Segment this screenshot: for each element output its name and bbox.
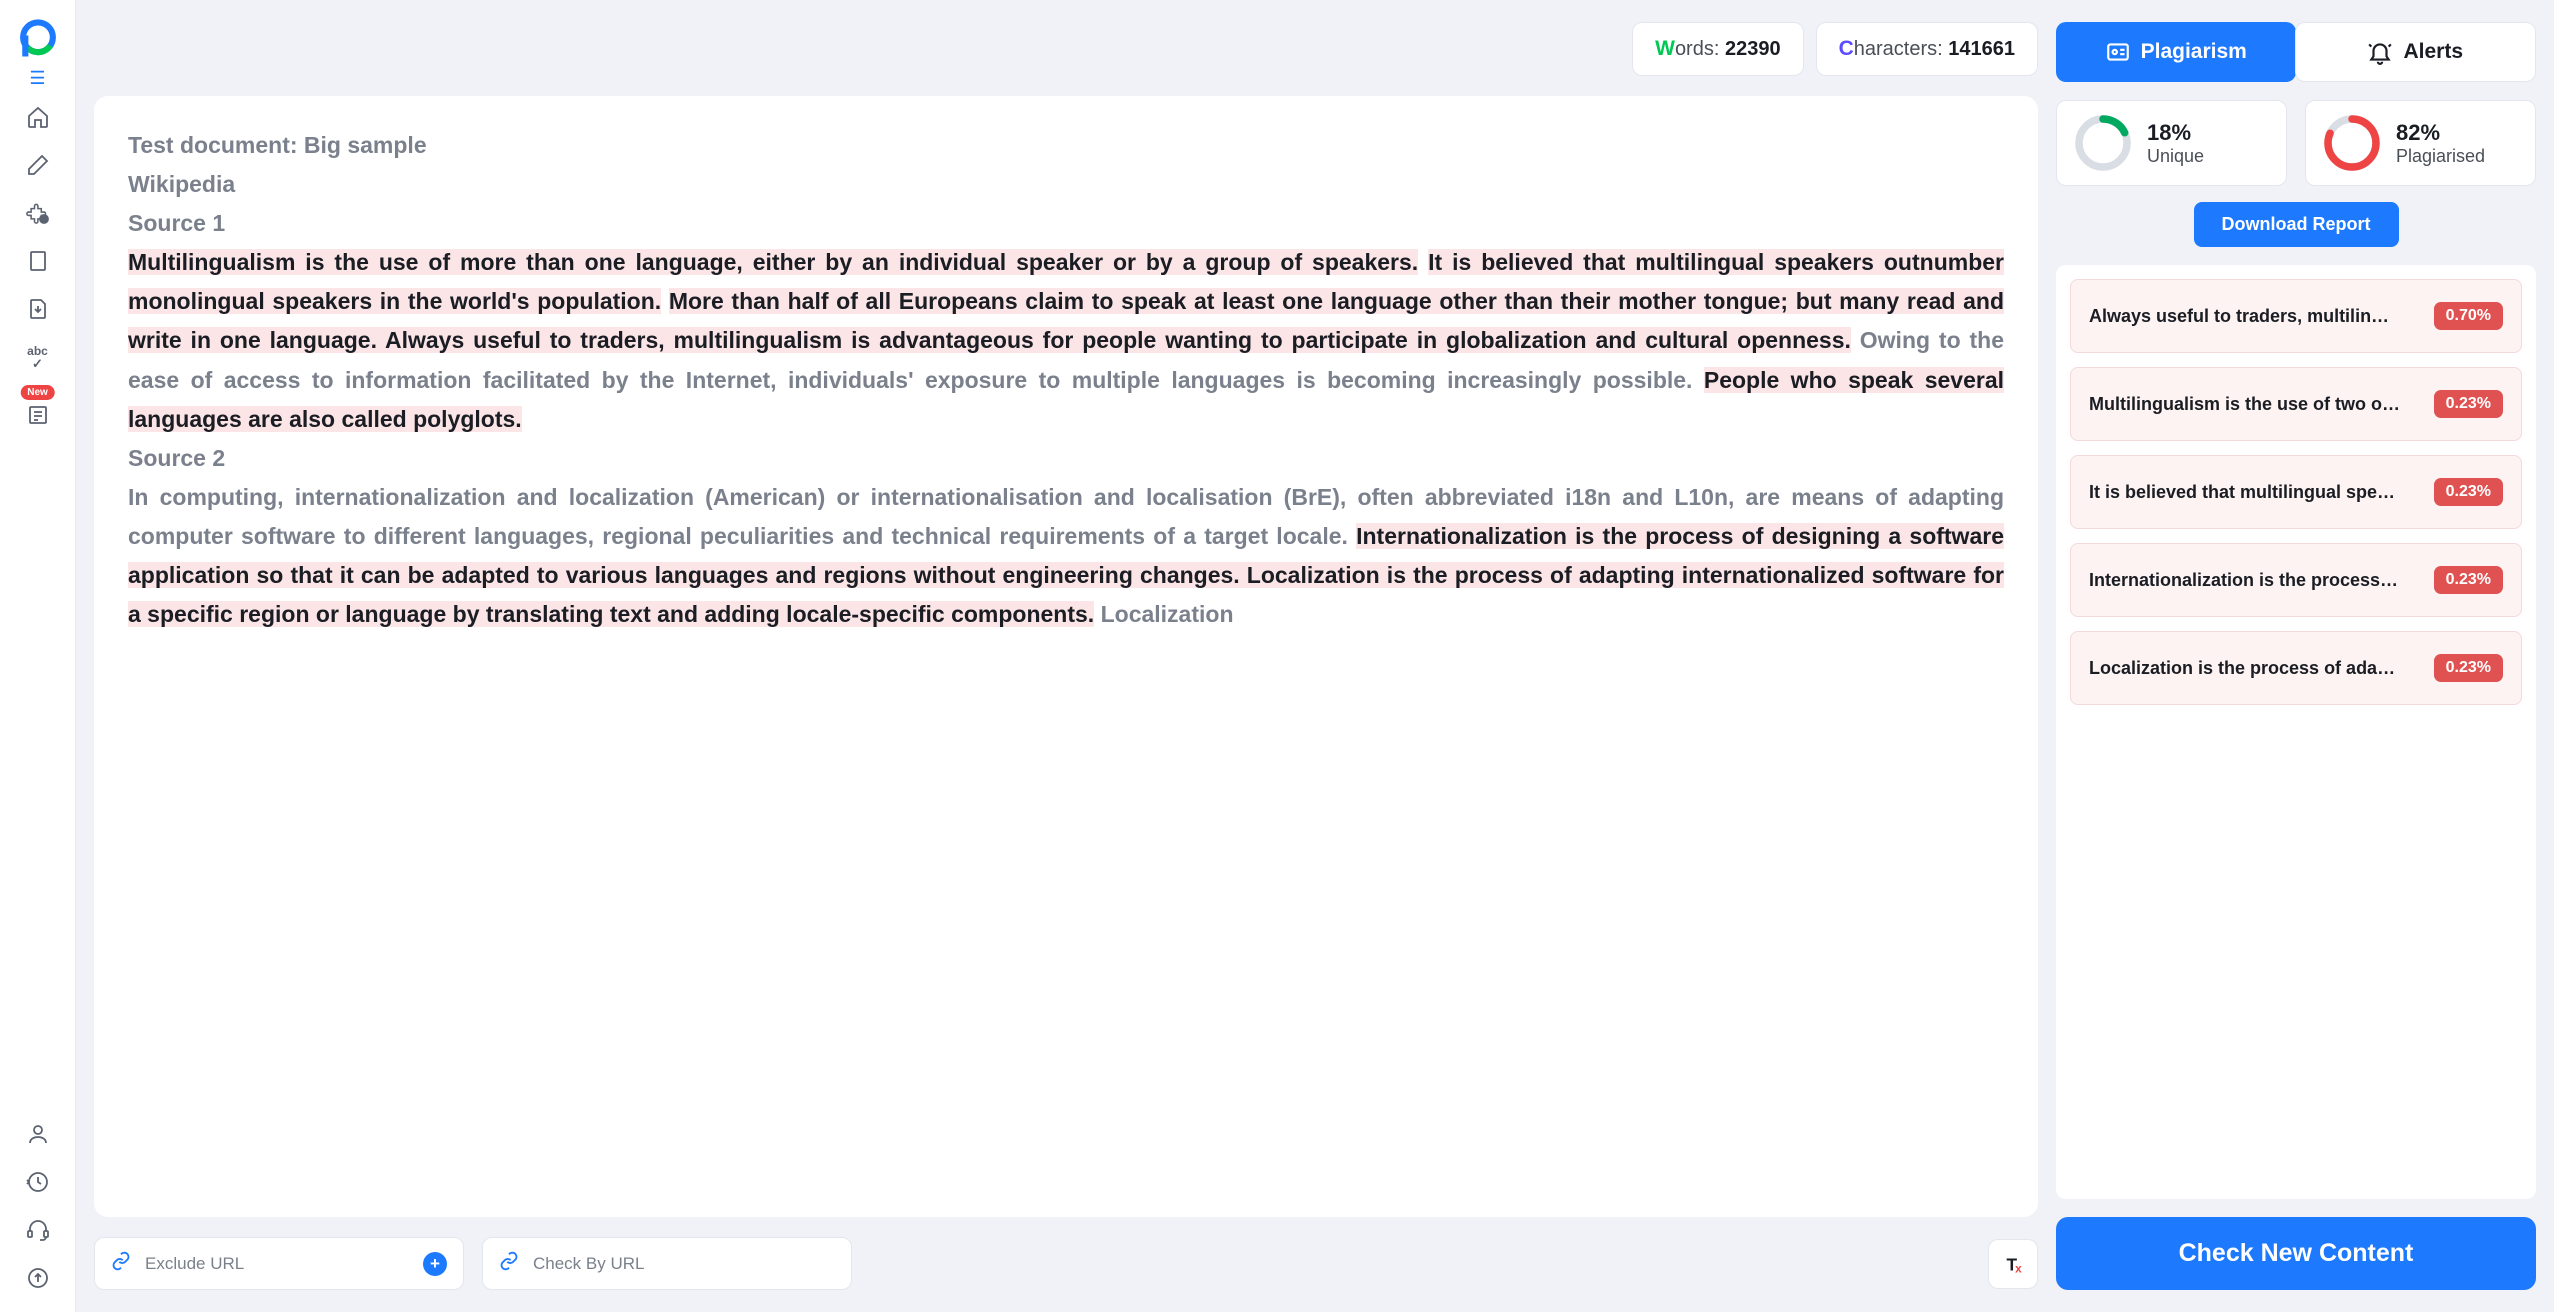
edit-icon[interactable] <box>26 153 50 177</box>
user-icon[interactable] <box>26 1122 50 1146</box>
sidebar-bottom <box>26 1122 50 1312</box>
document-icon[interactable] <box>26 249 50 273</box>
main: Words: 22390 Characters: 141661 Test doc… <box>76 0 2554 1312</box>
chars-letter: C <box>1839 37 1854 60</box>
new-badge: New <box>20 385 55 400</box>
plagiarised-stat-card: 82% Plagiarised <box>2305 100 2536 186</box>
match-text: Internationalization is the process… <box>2089 570 2422 591</box>
match-item[interactable]: Internationalization is the process… 0.2… <box>2070 543 2522 617</box>
exclude-url-input[interactable]: Exclude URL + <box>94 1237 464 1290</box>
plagiarised-ring <box>2322 113 2382 173</box>
check-by-url-placeholder: Check By URL <box>533 1254 835 1274</box>
match-item[interactable]: It is believed that multilingual spe… 0.… <box>2070 455 2522 529</box>
source2-label: Source 2 <box>128 439 2004 478</box>
words-stat: Words: 22390 <box>1632 22 1803 76</box>
match-percent: 0.23% <box>2434 478 2503 506</box>
words-value: 22390 <box>1725 38 1781 60</box>
results-panel: Plagiarism Alerts 18% Unique <box>2056 22 2536 1290</box>
unique-percent: 18% <box>2147 120 2204 146</box>
source1-label: Source 1 <box>128 204 2004 243</box>
check-icon: ✓ <box>32 357 43 370</box>
sidebar: ☰ + abc ✓ New <box>0 0 76 1312</box>
plagiarised-percent: 82% <box>2396 120 2485 146</box>
upload-icon[interactable] <box>26 1266 50 1290</box>
app-logo <box>17 18 59 60</box>
support-icon[interactable] <box>26 1218 50 1242</box>
link-icon <box>499 1251 519 1276</box>
content-column: Words: 22390 Characters: 141661 Test doc… <box>94 22 2038 1290</box>
match-item[interactable]: Always useful to traders, multilin… 0.70… <box>2070 279 2522 353</box>
sidebar-nav: + abc ✓ New <box>26 105 50 1122</box>
link-icon <box>111 1251 131 1276</box>
chars-value: 141661 <box>1948 38 2015 60</box>
check-by-url-input[interactable]: Check By URL <box>482 1237 852 1290</box>
plain-span: Localization <box>1094 601 1233 627</box>
result-tabs: Plagiarism Alerts <box>2056 22 2536 82</box>
matches-list: Always useful to traders, multilin… 0.70… <box>2056 265 2536 1199</box>
doc-title: Test document: Big sample <box>128 126 2004 165</box>
match-percent: 0.23% <box>2434 654 2503 682</box>
unique-label: Unique <box>2147 146 2204 167</box>
highlight-span: Multilingualism is the use of more than … <box>128 249 1418 275</box>
svg-text:x: x <box>2015 1261 2022 1275</box>
match-item[interactable]: Localization is the process of ada… 0.23… <box>2070 631 2522 705</box>
match-percent: 0.70% <box>2434 302 2503 330</box>
news-icon[interactable]: New <box>26 403 50 427</box>
result-stats-row: 18% Unique 82% Plagiarised <box>2056 100 2536 186</box>
svg-text:+: + <box>42 218 46 224</box>
file-download-icon[interactable] <box>26 297 50 321</box>
chars-stat: Characters: 141661 <box>1816 22 2038 76</box>
bottom-bar: Exclude URL + Check By URL Tx <box>94 1237 2038 1290</box>
plagiarised-info: 82% Plagiarised <box>2396 120 2485 167</box>
unique-stat-card: 18% Unique <box>2056 100 2287 186</box>
unique-ring <box>2073 113 2133 173</box>
match-text: Always useful to traders, multilin… <box>2089 306 2422 327</box>
clear-format-button[interactable]: Tx <box>1988 1239 2038 1289</box>
words-letter: W <box>1655 37 1675 60</box>
add-exclude-url-button[interactable]: + <box>423 1252 447 1276</box>
paragraph-2: In computing, internationalization and l… <box>128 478 2004 634</box>
tab-alerts-label: Alerts <box>2403 40 2463 64</box>
match-text: Multilingualism is the use of two o… <box>2089 394 2422 415</box>
match-percent: 0.23% <box>2434 390 2503 418</box>
menu-toggle-icon[interactable]: ☰ <box>29 68 45 89</box>
grammar-icon[interactable]: abc ✓ <box>26 345 50 369</box>
unique-info: 18% Unique <box>2147 120 2204 167</box>
abc-text: abc <box>27 345 48 357</box>
match-item[interactable]: Multilingualism is the use of two o… 0.2… <box>2070 367 2522 441</box>
tab-plagiarism-label: Plagiarism <box>2141 40 2247 64</box>
top-stats-bar: Words: 22390 Characters: 141661 <box>94 22 2038 76</box>
document-editor[interactable]: Test document: Big sample Wikipedia Sour… <box>94 96 2038 1217</box>
match-percent: 0.23% <box>2434 566 2503 594</box>
match-text: It is believed that multilingual spe… <box>2089 482 2422 503</box>
check-new-content-button[interactable]: Check New Content <box>2056 1217 2536 1290</box>
match-text: Localization is the process of ada… <box>2089 658 2422 679</box>
chars-label: haracters: <box>1854 38 1948 60</box>
history-icon[interactable] <box>26 1170 50 1194</box>
plagiarised-label: Plagiarised <box>2396 146 2485 167</box>
home-icon[interactable] <box>26 105 50 129</box>
download-report-button[interactable]: Download Report <box>2194 202 2399 247</box>
tab-plagiarism[interactable]: Plagiarism <box>2056 22 2296 82</box>
tab-alerts[interactable]: Alerts <box>2295 22 2537 82</box>
paragraph-1: Multilingualism is the use of more than … <box>128 243 2004 438</box>
doc-subtitle: Wikipedia <box>128 165 2004 204</box>
exclude-url-placeholder: Exclude URL <box>145 1254 409 1274</box>
words-label: ords: <box>1675 38 1725 60</box>
puzzle-icon[interactable]: + <box>26 201 50 225</box>
